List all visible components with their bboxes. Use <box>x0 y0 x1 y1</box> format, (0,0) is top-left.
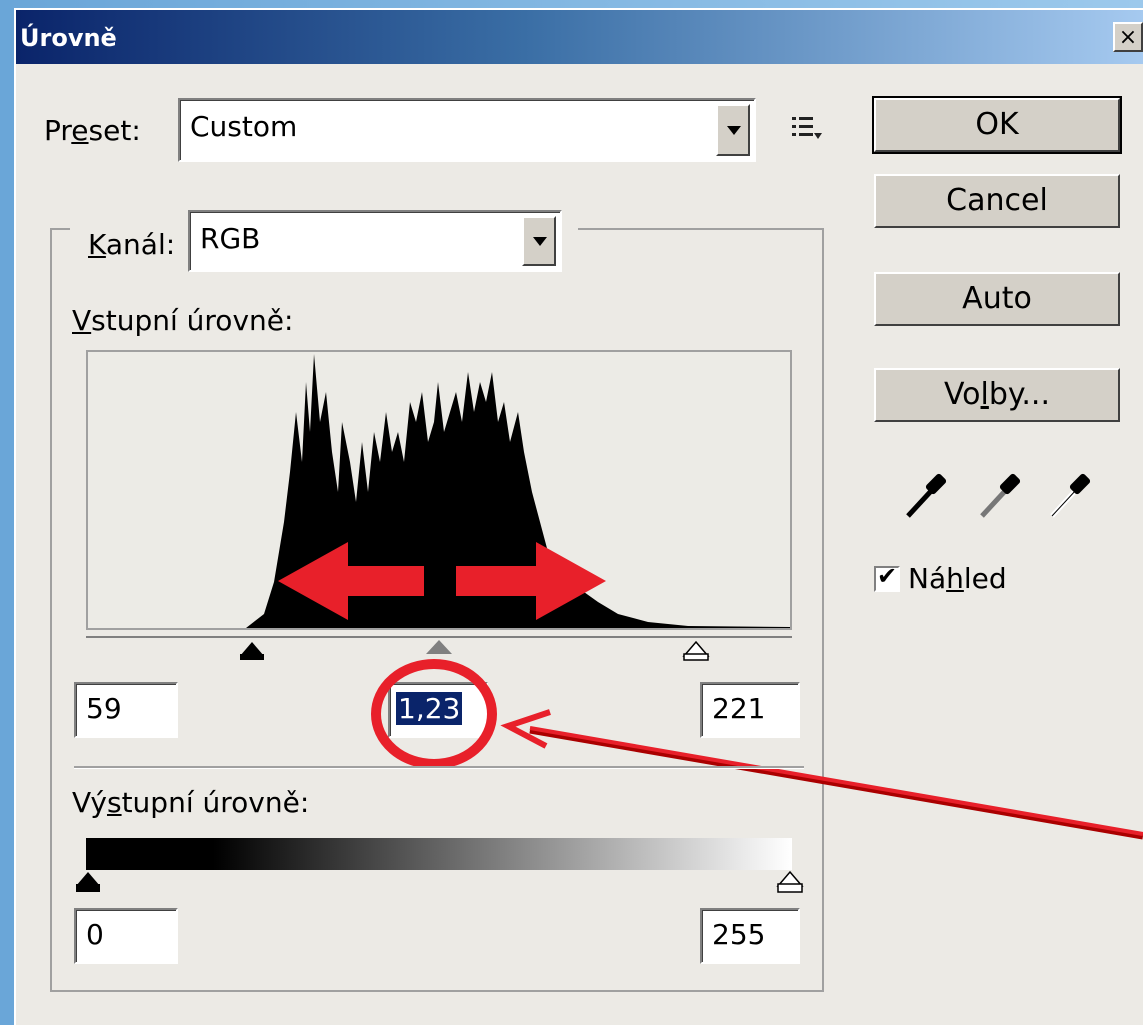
output-levels-label: Výstupní úrovně: <box>72 786 310 819</box>
levels-separator <box>74 766 804 769</box>
auto-button[interactable]: Auto <box>874 272 1120 326</box>
options-button[interactable]: Volby... <box>874 368 1120 422</box>
black-eyedropper-icon[interactable] <box>902 470 948 522</box>
output-gradient-bar <box>86 838 792 870</box>
cancel-button[interactable]: Cancel <box>874 174 1120 228</box>
output-black-field[interactable]: 0 <box>74 908 178 964</box>
gray-eyedropper-icon[interactable] <box>976 470 1022 522</box>
preview-checkbox[interactable] <box>874 562 900 592</box>
output-white-field[interactable]: 255 <box>700 908 800 964</box>
output-white-slider[interactable] <box>776 870 804 894</box>
output-black-slider[interactable] <box>74 870 102 894</box>
ok-button[interactable]: OK <box>872 96 1122 154</box>
preview-label[interactable]: Náhled <box>908 562 1007 595</box>
white-eyedropper-icon[interactable] <box>1046 470 1092 522</box>
